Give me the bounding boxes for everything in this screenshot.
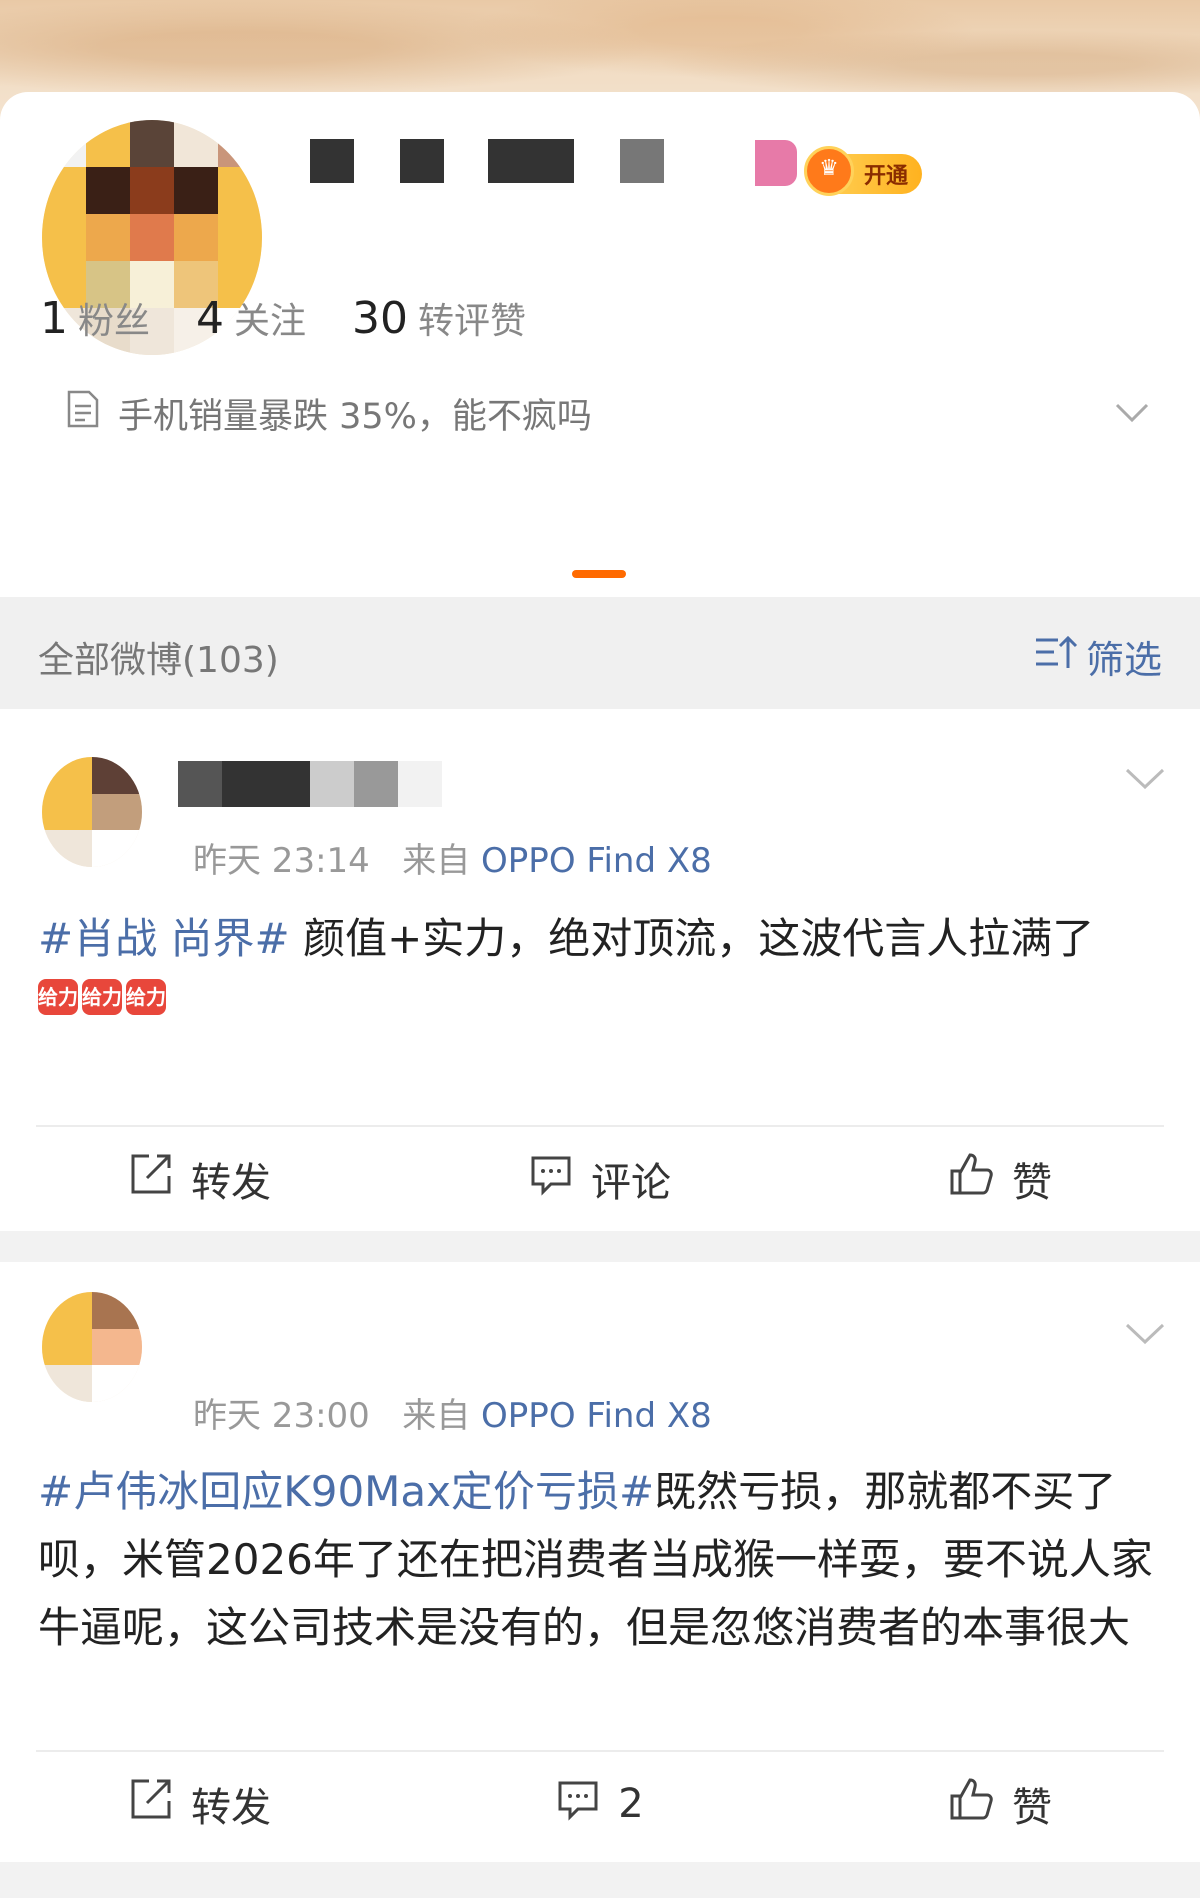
stat-number: 30 (352, 293, 409, 344)
post-source[interactable]: OPPO Find X8 (481, 1396, 712, 1436)
stat-label: 关注 (234, 301, 307, 342)
post-count: 全部微博(103) (38, 640, 279, 681)
post-meta: 昨天 23:00 来自 OPPO Find X8 (193, 1388, 712, 1437)
stat-number: 1 (40, 293, 68, 344)
vip-label: 开通 (863, 164, 908, 189)
like-button[interactable]: 赞 (800, 1129, 1200, 1229)
stat-label: 转评赞 (418, 301, 527, 342)
emoji-geili: 给力 (38, 979, 78, 1015)
crown-icon: ♛ (804, 146, 854, 196)
like-button[interactable]: 赞 (800, 1754, 1200, 1854)
filter-bar: 全部微博(103) 筛选 (0, 597, 1200, 709)
post-time: 昨天 23:00 (193, 1396, 370, 1436)
stat-label: 粉丝 (78, 301, 151, 342)
thumbs-up-icon (948, 1151, 994, 1207)
stat-following[interactable]: 4 关注 (196, 292, 306, 344)
share-icon (129, 1152, 173, 1206)
post-actions: 转发 2 赞 (0, 1754, 1200, 1854)
profile-header: ♛ 开通 1 粉丝 4 关注 30 转评赞 手机销量暴跌 35%，能不疯吗 (0, 92, 1200, 597)
comment-icon (529, 1152, 573, 1206)
source-prefix: 来自 (402, 841, 471, 881)
post-time: 昨天 23:14 (193, 841, 370, 881)
post-actions: 转发 评论 赞 (0, 1129, 1200, 1229)
topic-link[interactable]: #肖战 尚界# (38, 914, 290, 963)
topic-link[interactable]: #卢伟冰回应K90Max定价亏损# (38, 1467, 654, 1516)
divider (36, 1750, 1164, 1752)
repost-button[interactable]: 转发 (0, 1754, 400, 1854)
post-card: 昨天 23:00 来自 OPPO Find X8 #卢伟冰回应K90Max定价亏… (0, 1262, 1200, 1862)
post-body: 颜值+实力，绝对顶流，这波代言人拉满了 (289, 914, 1095, 963)
post-text: #卢伟冰回应K90Max定价亏损#既然亏损，那就都不买了呗，米管2026年了还在… (38, 1458, 1166, 1662)
emoji-row: 给力 给力 给力 (38, 979, 170, 1015)
chevron-down-icon[interactable] (1124, 767, 1166, 795)
comment-label: 评论 (591, 1160, 671, 1206)
post-avatar[interactable] (42, 757, 142, 867)
thumbs-up-icon (948, 1776, 994, 1832)
post-card: 昨天 23:14 来自 OPPO Find X8 #肖战 尚界# 颜值+实力，绝… (0, 709, 1200, 1231)
profile-stats: 1 粉丝 4 关注 30 转评赞 (40, 292, 526, 344)
filter-button[interactable]: 筛选 (1034, 629, 1162, 684)
emoji-geili: 给力 (82, 979, 122, 1015)
comment-icon (556, 1777, 600, 1831)
vip-open-button[interactable]: ♛ 开通 (804, 146, 922, 196)
comment-button[interactable]: 2 (400, 1754, 800, 1854)
gender-badge (755, 140, 797, 186)
post-source[interactable]: OPPO Find X8 (481, 841, 712, 881)
emoji-geili: 给力 (126, 979, 166, 1015)
active-tab-indicator (572, 570, 626, 578)
like-label: 赞 (1012, 1785, 1052, 1831)
source-prefix: 来自 (402, 1396, 471, 1436)
share-icon (129, 1777, 173, 1831)
like-label: 赞 (1012, 1160, 1052, 1206)
comment-button[interactable]: 评论 (400, 1129, 800, 1229)
stat-number: 4 (196, 293, 225, 344)
profile-tabs: 精选 微博 相册 (0, 400, 1200, 870)
filter-label: 筛选 (1085, 638, 1162, 682)
divider (36, 1125, 1164, 1127)
stat-followers[interactable]: 1 粉丝 (40, 292, 150, 344)
repost-label: 转发 (191, 1785, 271, 1831)
chevron-down-icon[interactable] (1124, 1322, 1166, 1350)
repost-label: 转发 (191, 1160, 271, 1206)
repost-button[interactable]: 转发 (0, 1129, 400, 1229)
post-meta: 昨天 23:14 来自 OPPO Find X8 (193, 833, 712, 882)
comment-count: 2 (618, 1781, 644, 1827)
post-avatar[interactable] (42, 1292, 142, 1402)
filter-icon (1034, 634, 1078, 679)
stat-interactions[interactable]: 30 转评赞 (352, 292, 526, 344)
post-text: #肖战 尚界# 颜值+实力，绝对顶流，这波代言人拉满了 (38, 905, 1166, 973)
